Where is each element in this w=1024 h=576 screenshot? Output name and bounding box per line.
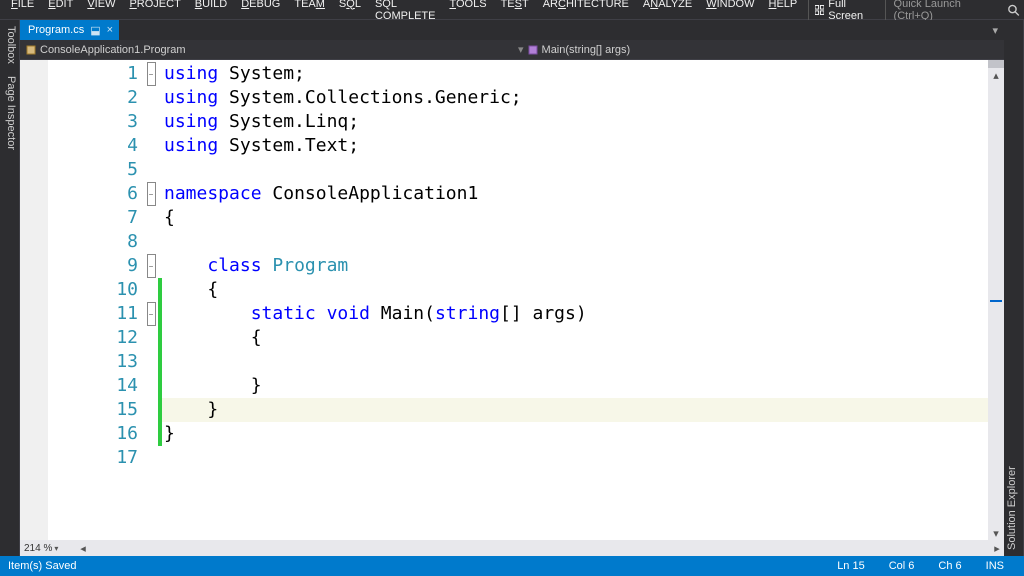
navigation-bar: ConsoleApplication1.Program ▾ Main(strin… bbox=[20, 40, 1004, 60]
code-line[interactable]: { bbox=[162, 326, 988, 350]
vertical-scrollbar[interactable]: ▴ ▾ bbox=[988, 60, 1004, 540]
outlining-margin[interactable]: − − − − bbox=[144, 60, 158, 540]
left-tool-tabs: Toolbox Page Inspector bbox=[0, 20, 20, 556]
status-line: Ln 15 bbox=[825, 560, 877, 572]
line-number: 16 bbox=[48, 422, 138, 446]
scroll-left-icon[interactable]: ◂ bbox=[76, 540, 90, 556]
code-text[interactable]: using System;using System.Collections.Ge… bbox=[162, 60, 988, 540]
line-number: 10 bbox=[48, 278, 138, 302]
member-dropdown-label: Main(string[] args) bbox=[542, 44, 631, 56]
toolbox-tab[interactable]: Toolbox bbox=[2, 26, 17, 64]
status-message: Item(s) Saved bbox=[8, 560, 825, 572]
line-number: 7 bbox=[48, 206, 138, 230]
horizontal-scrollbar[interactable]: 214 % ▾ ◂ ▸ bbox=[20, 540, 1004, 556]
split-handle[interactable] bbox=[988, 60, 1004, 68]
line-number-gutter: 1234567891011121314151617 bbox=[48, 60, 144, 540]
code-line[interactable]: } bbox=[162, 422, 988, 446]
search-icon[interactable] bbox=[1007, 3, 1020, 17]
collapse-toggle-icon[interactable]: − bbox=[147, 302, 156, 326]
line-number: 12 bbox=[48, 326, 138, 350]
code-line[interactable]: } bbox=[162, 398, 988, 422]
status-bar: Item(s) Saved Ln 15 Col 6 Ch 6 INS bbox=[0, 556, 1024, 576]
line-number: 13 bbox=[48, 350, 138, 374]
line-number: 14 bbox=[48, 374, 138, 398]
status-ins[interactable]: INS bbox=[974, 560, 1016, 572]
scroll-right-icon[interactable]: ▸ bbox=[990, 540, 1004, 556]
line-number: 4 bbox=[48, 134, 138, 158]
member-dropdown[interactable]: ▾ Main(string[] args) bbox=[512, 43, 1004, 56]
code-line[interactable]: } bbox=[162, 374, 988, 398]
line-number: 3 bbox=[48, 110, 138, 134]
solution-explorer-tab[interactable]: Solution Explorer bbox=[1006, 466, 1021, 550]
method-icon bbox=[528, 45, 538, 55]
collapse-toggle-icon[interactable]: − bbox=[147, 182, 156, 206]
code-line[interactable] bbox=[162, 230, 988, 254]
menu-bar: FILEEDITVIEWPROJECTBUILDDEBUGTEAMSQLSQL … bbox=[0, 0, 1024, 20]
code-line[interactable]: using System.Text; bbox=[162, 134, 988, 158]
line-number: 1 bbox=[48, 62, 138, 86]
line-number: 5 bbox=[48, 158, 138, 182]
code-line[interactable]: static void Main(string[] args) bbox=[162, 302, 988, 326]
status-ch: Ch 6 bbox=[926, 560, 973, 572]
line-number: 8 bbox=[48, 230, 138, 254]
zoom-label: 214 % bbox=[24, 543, 52, 554]
pin-icon[interactable]: ⬓ bbox=[90, 24, 100, 37]
line-number: 6 bbox=[48, 182, 138, 206]
code-line[interactable]: using System.Collections.Generic; bbox=[162, 86, 988, 110]
code-line[interactable]: using System.Linq; bbox=[162, 110, 988, 134]
status-col: Col 6 bbox=[877, 560, 927, 572]
tab-overflow-icon[interactable]: ▾ bbox=[992, 24, 998, 37]
code-line[interactable]: namespace ConsoleApplication1 bbox=[162, 182, 988, 206]
document-tab-label: Program.cs bbox=[28, 24, 84, 36]
code-line[interactable]: { bbox=[162, 278, 988, 302]
code-line[interactable] bbox=[162, 158, 988, 182]
class-icon bbox=[26, 45, 36, 55]
caret-position-marker bbox=[990, 300, 1002, 302]
code-line[interactable]: using System; bbox=[162, 62, 988, 86]
document-tab-well: Program.cs ⬓ × ▾ bbox=[20, 20, 1004, 40]
line-number: 9 bbox=[48, 254, 138, 278]
code-editor[interactable]: 1234567891011121314151617 −−−− using Sys… bbox=[20, 60, 1004, 540]
line-number: 2 bbox=[48, 86, 138, 110]
full-screen-icon bbox=[815, 5, 824, 15]
code-line[interactable] bbox=[162, 350, 988, 374]
zoom-level-dropdown[interactable]: 214 % ▾ bbox=[20, 543, 76, 554]
close-tab-icon[interactable]: × bbox=[107, 24, 113, 36]
line-number: 15 bbox=[48, 398, 138, 422]
scroll-down-icon[interactable]: ▾ bbox=[988, 526, 1004, 540]
collapse-toggle-icon[interactable]: − bbox=[147, 254, 156, 278]
scroll-up-icon[interactable]: ▴ bbox=[988, 68, 1004, 82]
right-tool-tabs: Solution Explorer bbox=[1004, 20, 1024, 556]
collapse-toggle-icon[interactable]: − bbox=[147, 62, 156, 86]
code-line[interactable]: class Program bbox=[162, 254, 988, 278]
code-line[interactable] bbox=[162, 446, 988, 470]
document-tab-program-cs[interactable]: Program.cs ⬓ × bbox=[20, 20, 119, 40]
page-inspector-tab[interactable]: Page Inspector bbox=[2, 76, 17, 150]
line-number: 17 bbox=[48, 446, 138, 470]
code-line[interactable]: { bbox=[162, 206, 988, 230]
full-screen-label: Full Screen bbox=[828, 0, 878, 22]
type-dropdown[interactable]: ConsoleApplication1.Program bbox=[20, 44, 512, 56]
line-number: 11 bbox=[48, 302, 138, 326]
type-dropdown-label: ConsoleApplication1.Program bbox=[40, 44, 186, 56]
